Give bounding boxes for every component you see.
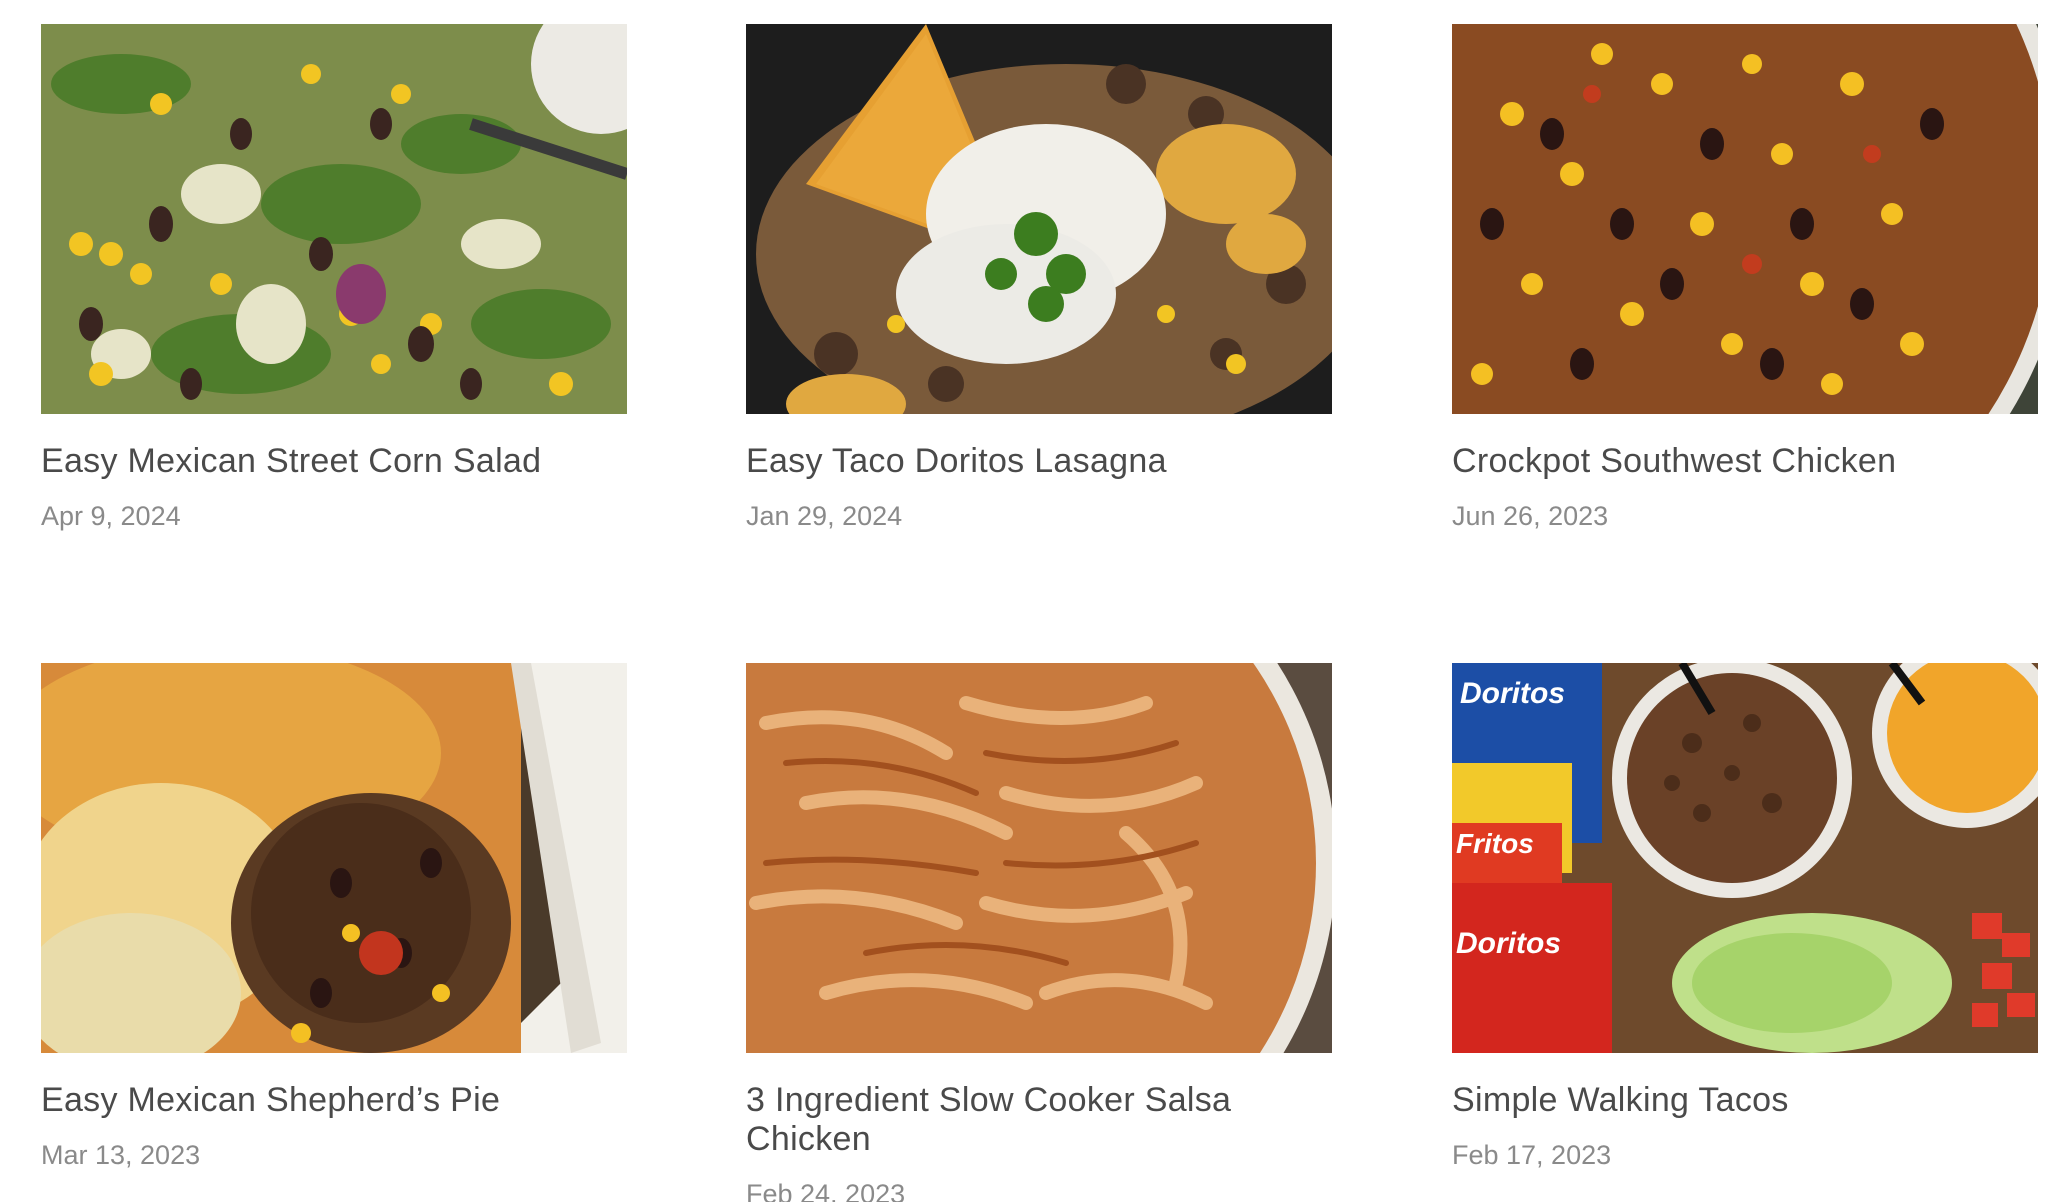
recipe-card-southwest-chicken[interactable]: Crockpot Southwest Chicken Jun 26, 2023 — [1452, 24, 2038, 532]
recipe-card-salsa-chicken[interactable]: 3 Ingredient Slow Cooker Salsa Chicken F… — [746, 663, 1332, 1202]
recipe-card-walking-tacos[interactable]: Doritos Fritos Doritos Simple Walking Ta… — [1452, 663, 2038, 1171]
recipe-title[interactable]: 3 Ingredient Slow Cooker Salsa Chicken — [746, 1081, 1332, 1159]
recipe-title[interactable]: Simple Walking Tacos — [1452, 1081, 2038, 1120]
recipe-grid: Easy Mexican Street Corn Salad Apr 9, 20… — [0, 0, 2072, 1202]
recipe-date: Apr 9, 2024 — [41, 501, 181, 531]
recipe-card-street-corn-salad[interactable]: Easy Mexican Street Corn Salad Apr 9, 20… — [41, 24, 627, 532]
salsa-chicken-image[interactable] — [746, 663, 1332, 1053]
fritos-bag-label: Fritos — [1456, 828, 1534, 859]
street-corn-salad-image[interactable] — [41, 24, 627, 414]
recipe-date: Feb 17, 2023 — [1452, 1140, 1612, 1170]
doritos-blue-bag-label: Doritos — [1460, 677, 1565, 710]
recipe-title[interactable]: Easy Taco Doritos Lasagna — [746, 442, 1332, 481]
recipe-title[interactable]: Crockpot Southwest Chicken — [1452, 442, 2038, 481]
recipe-date: Feb 24, 2023 — [746, 1179, 906, 1202]
recipe-card-shepherds-pie[interactable]: Easy Mexican Shepherd’s Pie Mar 13, 2023 — [41, 663, 627, 1171]
recipe-title[interactable]: Easy Mexican Street Corn Salad — [41, 442, 627, 481]
recipe-card-taco-doritos-lasagna[interactable]: Easy Taco Doritos Lasagna Jan 29, 2024 — [746, 24, 1332, 532]
doritos-red-bag-label: Doritos — [1456, 927, 1561, 960]
southwest-chicken-image[interactable] — [1452, 24, 2038, 414]
recipe-title[interactable]: Easy Mexican Shepherd’s Pie — [41, 1081, 627, 1120]
walking-tacos-image[interactable]: Doritos Fritos Doritos — [1452, 663, 2038, 1053]
taco-doritos-lasagna-image[interactable] — [746, 24, 1332, 414]
recipe-date: Jan 29, 2024 — [746, 501, 903, 531]
recipe-date: Mar 13, 2023 — [41, 1140, 201, 1170]
recipe-date: Jun 26, 2023 — [1452, 501, 1609, 531]
shepherds-pie-image[interactable] — [41, 663, 627, 1053]
